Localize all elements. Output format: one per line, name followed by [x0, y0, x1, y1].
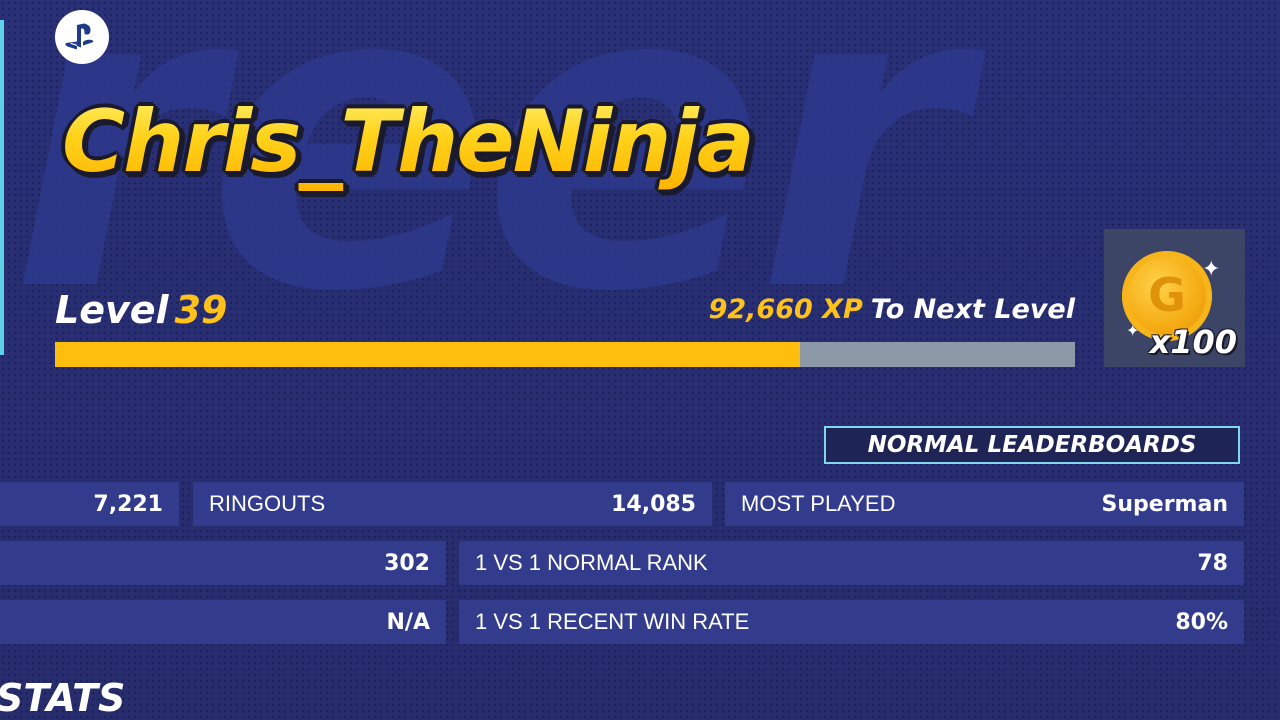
- xp-amount: 92,660 XP: [708, 294, 863, 325]
- stat-cell-normal-rank: 1 VS 1 NORMAL RANK 78: [459, 541, 1244, 585]
- stat-cell-most-played: MOST PLAYED Superman: [725, 482, 1244, 526]
- level-label: Level: [55, 288, 169, 332]
- level-value: 39: [174, 288, 228, 332]
- normal-leaderboards-button[interactable]: NORMAL LEADERBOARDS: [824, 426, 1240, 464]
- player-level: Level 39: [55, 288, 227, 332]
- xp-progress-bar: [55, 342, 1075, 367]
- stat-label: 1 VS 1 NORMAL RANK: [475, 550, 708, 575]
- stat-value: 14,085: [611, 491, 696, 517]
- stats-section-title: STATS: [0, 676, 126, 720]
- stat-cell-ringouts: RINGOUTS 14,085: [193, 482, 712, 526]
- stat-cell: 7,221: [0, 482, 179, 526]
- stat-value: 7,221: [93, 491, 163, 517]
- stat-cell-recent-win-rate: 1 VS 1 RECENT WIN RATE 80%: [459, 600, 1244, 644]
- stat-label: 1 VS 1 RECENT WIN RATE: [475, 609, 750, 634]
- level-reward-card[interactable]: G ✦ ✦ x100: [1104, 229, 1245, 367]
- stat-value: 302: [384, 550, 430, 576]
- reward-quantity: x100: [1149, 323, 1237, 361]
- left-panel-edge: [0, 20, 4, 355]
- stat-value: 78: [1197, 550, 1228, 576]
- sparkle-icon: ✦: [1126, 321, 1140, 340]
- stat-value: Superman: [1101, 491, 1228, 517]
- playstation-icon: [55, 10, 109, 64]
- coin-letter: G: [1148, 268, 1186, 322]
- stat-value: N/A: [386, 609, 430, 635]
- xp-label: To Next Level: [870, 294, 1075, 325]
- stat-cell: 302: [0, 541, 446, 585]
- sparkle-icon: ✦: [1202, 257, 1221, 282]
- stat-label: RINGOUTS: [209, 491, 326, 516]
- player-name: Chris_TheNinja: [62, 92, 755, 192]
- xp-progress-fill: [55, 342, 800, 367]
- stat-value: 80%: [1175, 609, 1228, 635]
- stat-label: MOST PLAYED: [741, 491, 896, 516]
- xp-to-next-level: 92,660 XP To Next Level: [709, 294, 1075, 325]
- stat-cell: N/A: [0, 600, 446, 644]
